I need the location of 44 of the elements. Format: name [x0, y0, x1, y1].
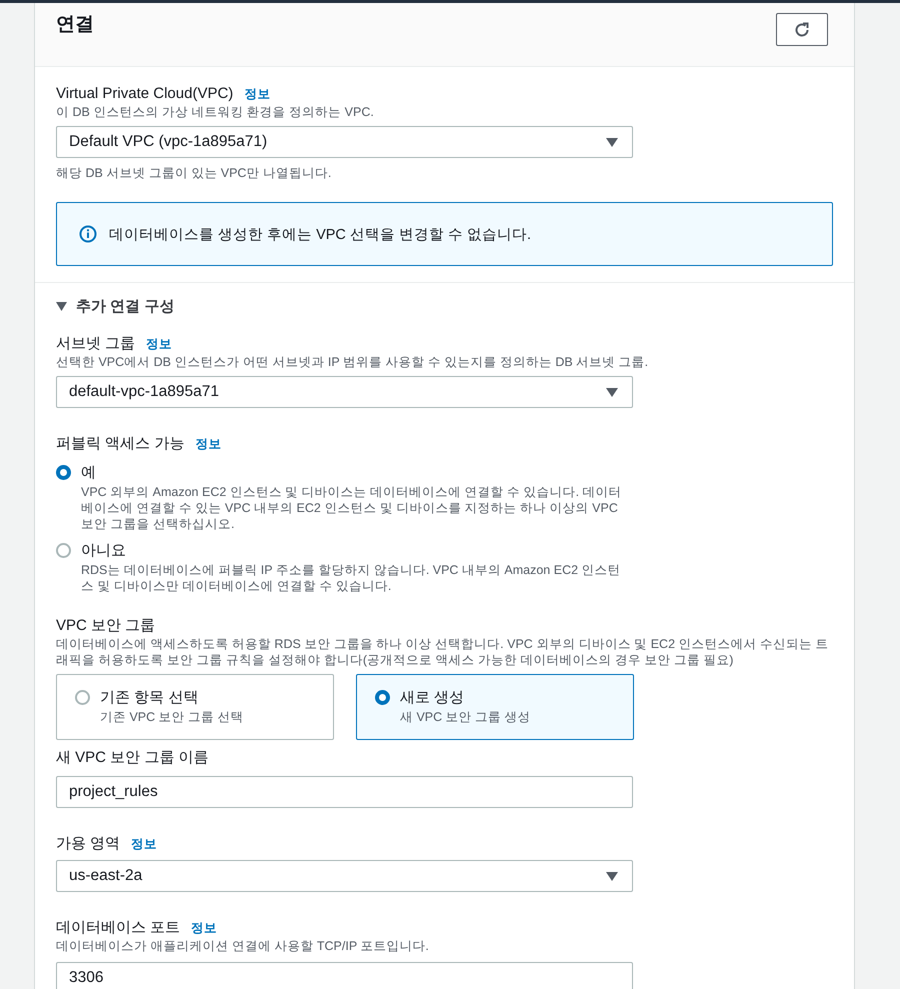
caret-icon [606, 138, 618, 146]
radio-label: 기존 항목 선택 [100, 688, 200, 708]
field-label: VPC 보안 그룹 [56, 616, 156, 636]
field-description: 이 DB 인스턴스의 가상 네트워킹 환경을 정의하는 VPC. [56, 104, 375, 120]
info-link[interactable]: 정보 [146, 334, 172, 354]
option-card[interactable]: 기존 항목 선택 기존 VPC 보안 그룹 선택 [56, 674, 334, 740]
expand-toggle[interactable]: 추가 연결 구성 [56, 297, 833, 316]
info-link[interactable]: 정보 [131, 834, 158, 854]
section-title: 연결 [56, 13, 94, 37]
field-label: 퍼블릭 액세스 가능 [56, 434, 184, 454]
refresh-button[interactable] [776, 13, 828, 46]
info-link[interactable]: 정보 [191, 918, 218, 938]
option-description: VPC 외부의 Amazon EC2 인스턴스 및 디바이스는 데이터베이스에 연결할 수 있습니다. 데이터베이스에 연결할 수 있는 VPC 내부의 EC2 인스턴스 및 디바이스를 지정하는 하나 이상의 VPC 보안 그룹을 선택하십시오. [81, 484, 623, 532]
radio-label: 아니요 [81, 541, 127, 561]
field-description: 선택한 VPC에서 DB 인스턴스가 어떤 서브넷과 IP 범위를 사용할 수 있는지를 정의하는 DB 서브넷 그룹. [56, 354, 650, 370]
info-icon [79, 225, 97, 243]
radio-button[interactable] [56, 465, 71, 480]
radio-button[interactable] [75, 690, 90, 705]
radio-label: 예 [81, 463, 97, 483]
alert-text: 데이터베이스를 생성한 후에는 VPC 선택을 변경할 수 없습니다. [109, 226, 532, 244]
vpc-select[interactable]: Default VPC (vpc-1a895a71) [56, 126, 633, 158]
radio-button[interactable] [56, 543, 71, 558]
option-description: 새 VPC 보안 그룹 생성 [400, 709, 532, 725]
port-input[interactable]: 3306 [56, 962, 633, 989]
radio-label: 새로 생성 [400, 688, 466, 708]
radio-button[interactable] [375, 690, 390, 705]
field-description: 데이터베이스가 애플리케이션 연결에 사용할 TCP/IP 포트입니다. [56, 938, 430, 954]
field-label: 서브넷 그룹 [56, 334, 136, 354]
caret-icon [606, 388, 618, 396]
availability-zone-select[interactable]: us-east-2a [56, 860, 633, 892]
field-hint: 해당 DB 서브넷 그룹이 있는 VPC만 나열됩니다. [56, 165, 332, 181]
field-label: 가용 영역 [56, 834, 120, 854]
option-description: 기존 VPC 보안 그룹 선택 [100, 709, 245, 725]
field-label: 새 VPC 보안 그룹 이름 [56, 748, 209, 768]
field-label: Virtual Private Cloud(VPC) [56, 84, 234, 104]
caret-icon [606, 872, 618, 880]
subnet-group-select[interactable]: default-vpc-1a895a71 [56, 376, 633, 408]
option-card[interactable]: 새로 생성 새 VPC 보안 그룹 생성 [356, 674, 634, 740]
option-description: RDS는 데이터베이스에 퍼블릭 IP 주소를 할당하지 않습니다. VPC 내부의 Amazon EC2 인스턴스 및 디바이스만 데이터베이스에 연결할 수 있습니다. [81, 562, 622, 594]
info-link[interactable]: 정보 [244, 84, 270, 104]
field-description: 데이터베이스에 액세스하도록 허용할 RDS 보안 그룹을 하나 이상 선택합니다. VPC 외부의 디바이스 및 EC2 인스턴스에서 수신되는 트래픽을 허용하도록 보안 그룹 규칙을 설정해야 합니다(공개적으로 액세스 가능한 데이터베이스의 경우 보안 그룹 필요) [56, 636, 830, 668]
field-label: 데이터베이스 포트 [56, 918, 180, 938]
info-link[interactable]: 정보 [195, 434, 222, 454]
group-name-input[interactable]: project_rules [56, 776, 633, 808]
